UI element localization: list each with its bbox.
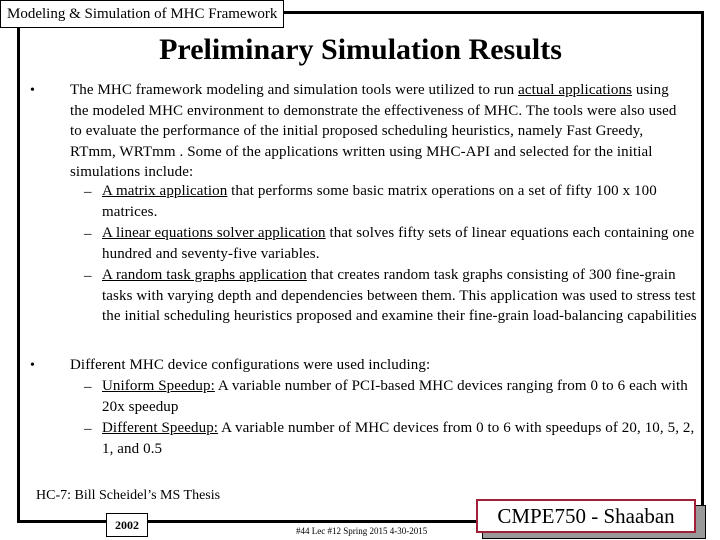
- sub-item: Uniform Speedup: A variable number of PC…: [102, 376, 697, 417]
- sub-item-marker: –: [84, 226, 92, 242]
- sub-item: A matrix application that performs some …: [102, 181, 697, 222]
- sub-item-marker: –: [84, 379, 92, 395]
- bullet-text: Different MHC device configurations were…: [70, 357, 431, 373]
- sub-item-marker: –: [84, 268, 92, 284]
- bullet-text-emphasis: actual applications: [518, 82, 633, 98]
- sub-item-label: A linear equations solver application: [102, 225, 326, 241]
- sub-item: Different Speedup: A variable number of …: [102, 418, 697, 459]
- frame-right-border: [701, 11, 704, 523]
- bullet-text-part: The MHC framework modeling and simulatio…: [70, 82, 519, 98]
- lecture-meta: #44 Lec #12 Spring 2015 4-30-2015: [296, 526, 428, 536]
- thesis-reference: HC-7: Bill Scheidel’s MS Thesis: [36, 488, 221, 503]
- bullet-marker: •: [30, 83, 35, 98]
- sub-item: A linear equations solver application th…: [102, 223, 697, 264]
- sub-item-label: A random task graphs application: [102, 267, 307, 283]
- slide-title: Preliminary Simulation Results: [159, 33, 562, 66]
- bullet-text: The MHC framework modeling and simulatio…: [70, 80, 690, 183]
- sub-item-label: Different Speedup:: [102, 420, 219, 436]
- bullet-marker: •: [30, 358, 35, 373]
- sub-item-marker: –: [84, 421, 92, 437]
- sub-item-label: A matrix application: [102, 183, 228, 199]
- frame-left-border: [17, 11, 20, 523]
- sub-item-label: Uniform Speedup:: [102, 378, 215, 394]
- course-badge: CMPE750 - Shaaban: [476, 499, 696, 533]
- section-label: Modeling & Simulation of MHC Framework: [0, 0, 285, 28]
- year-label: 2002: [106, 513, 148, 537]
- sub-item-marker: –: [84, 184, 92, 200]
- sub-item: A random task graphs application that cr…: [102, 265, 697, 327]
